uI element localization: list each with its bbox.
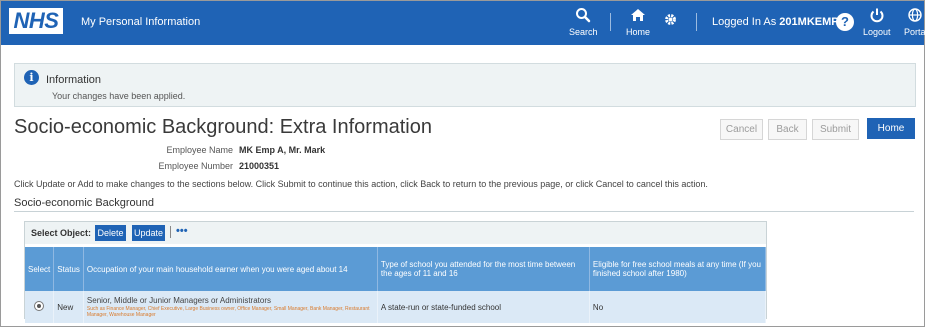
more-actions-icon[interactable]: ••• — [176, 225, 188, 237]
logged-in-prefix: Logged In As — [712, 16, 777, 28]
home-button[interactable]: Home — [867, 118, 915, 139]
app-title: My Personal Information — [81, 16, 201, 28]
column-header-free-meals: Eligible for free school meals at any ti… — [589, 247, 767, 291]
occupation-cell: Senior, Middle or Junior Managers or Adm… — [83, 291, 378, 323]
power-icon — [863, 7, 891, 25]
gear-icon — [663, 12, 678, 30]
home-label: Home — [626, 27, 651, 37]
logout-label: Logout — [863, 27, 891, 37]
table-row[interactable]: New Senior, Middle or Junior Managers or… — [25, 291, 767, 323]
nhs-logo[interactable]: NHS — [9, 8, 63, 34]
update-button[interactable]: Update — [132, 225, 165, 241]
top-navigation-bar: NHS My Personal Information Search Home … — [1, 1, 925, 45]
search-label: Search — [569, 27, 598, 37]
occupation-value: Senior, Middle or Junior Managers or Adm… — [86, 296, 272, 305]
divider — [696, 13, 697, 31]
column-header-occupation: Occupation of your main household earner… — [83, 247, 378, 291]
employee-name-label: Employee Name — [166, 145, 233, 155]
portal-button[interactable]: Porta — [904, 7, 925, 37]
search-icon — [569, 7, 598, 25]
info-message: Your changes have been applied. — [52, 91, 186, 101]
info-icon: i — [24, 70, 39, 85]
school-cell: A state-run or state-funded school — [377, 291, 590, 323]
globe-icon — [904, 7, 925, 25]
select-cell[interactable] — [25, 291, 55, 323]
help-icon[interactable]: ? — [836, 13, 854, 31]
row-radio-button[interactable] — [34, 301, 45, 311]
delete-button[interactable]: Delete — [95, 225, 126, 241]
section-title: Socio-economic Background — [14, 197, 155, 209]
employee-number-label: Employee Number — [158, 161, 233, 171]
column-header-school: Type of school you attended for the most… — [377, 247, 590, 291]
table-header-row: Select Status Occupation of your main ho… — [25, 247, 767, 291]
back-button[interactable]: Back — [768, 119, 807, 140]
portal-label: Porta — [904, 27, 925, 37]
status-cell: New — [53, 291, 84, 323]
column-header-select: Select — [25, 247, 55, 291]
records-table: Select Status Occupation of your main ho… — [25, 247, 767, 323]
home-nav-button[interactable]: Home — [626, 7, 650, 37]
table-toolbar: Select Object: Delete Update ••• — [25, 222, 766, 244]
logged-in-text: Logged In As 201MKEMPA — [712, 16, 846, 28]
employee-name-value: MK Emp A, Mr. Mark — [239, 145, 326, 155]
select-object-label: Select Object: — [31, 228, 92, 238]
search-button[interactable]: Search — [569, 7, 598, 37]
cancel-button[interactable]: Cancel — [720, 119, 763, 140]
info-title: Information — [46, 74, 102, 86]
settings-button[interactable] — [663, 12, 678, 30]
records-table-panel: Select Object: Delete Update ••• Select … — [24, 221, 767, 323]
page-title: Socio-economic Background: Extra Informa… — [14, 116, 432, 138]
section-divider — [14, 211, 914, 212]
instructions-text: Click Update or Add to make changes to t… — [14, 179, 708, 189]
employee-number-value: 21000351 — [239, 161, 280, 171]
free-meals-cell: No — [589, 291, 767, 323]
occupation-detail: Such as Finance Manager, Chief Executive… — [86, 306, 370, 318]
logout-button[interactable]: Logout — [863, 7, 891, 37]
submit-button[interactable]: Submit — [812, 119, 859, 140]
divider — [610, 13, 611, 31]
information-message-box: i Information Your changes have been app… — [14, 63, 916, 107]
home-icon — [626, 7, 650, 25]
toolbar-divider — [170, 226, 171, 238]
column-header-status: Status — [53, 247, 84, 291]
